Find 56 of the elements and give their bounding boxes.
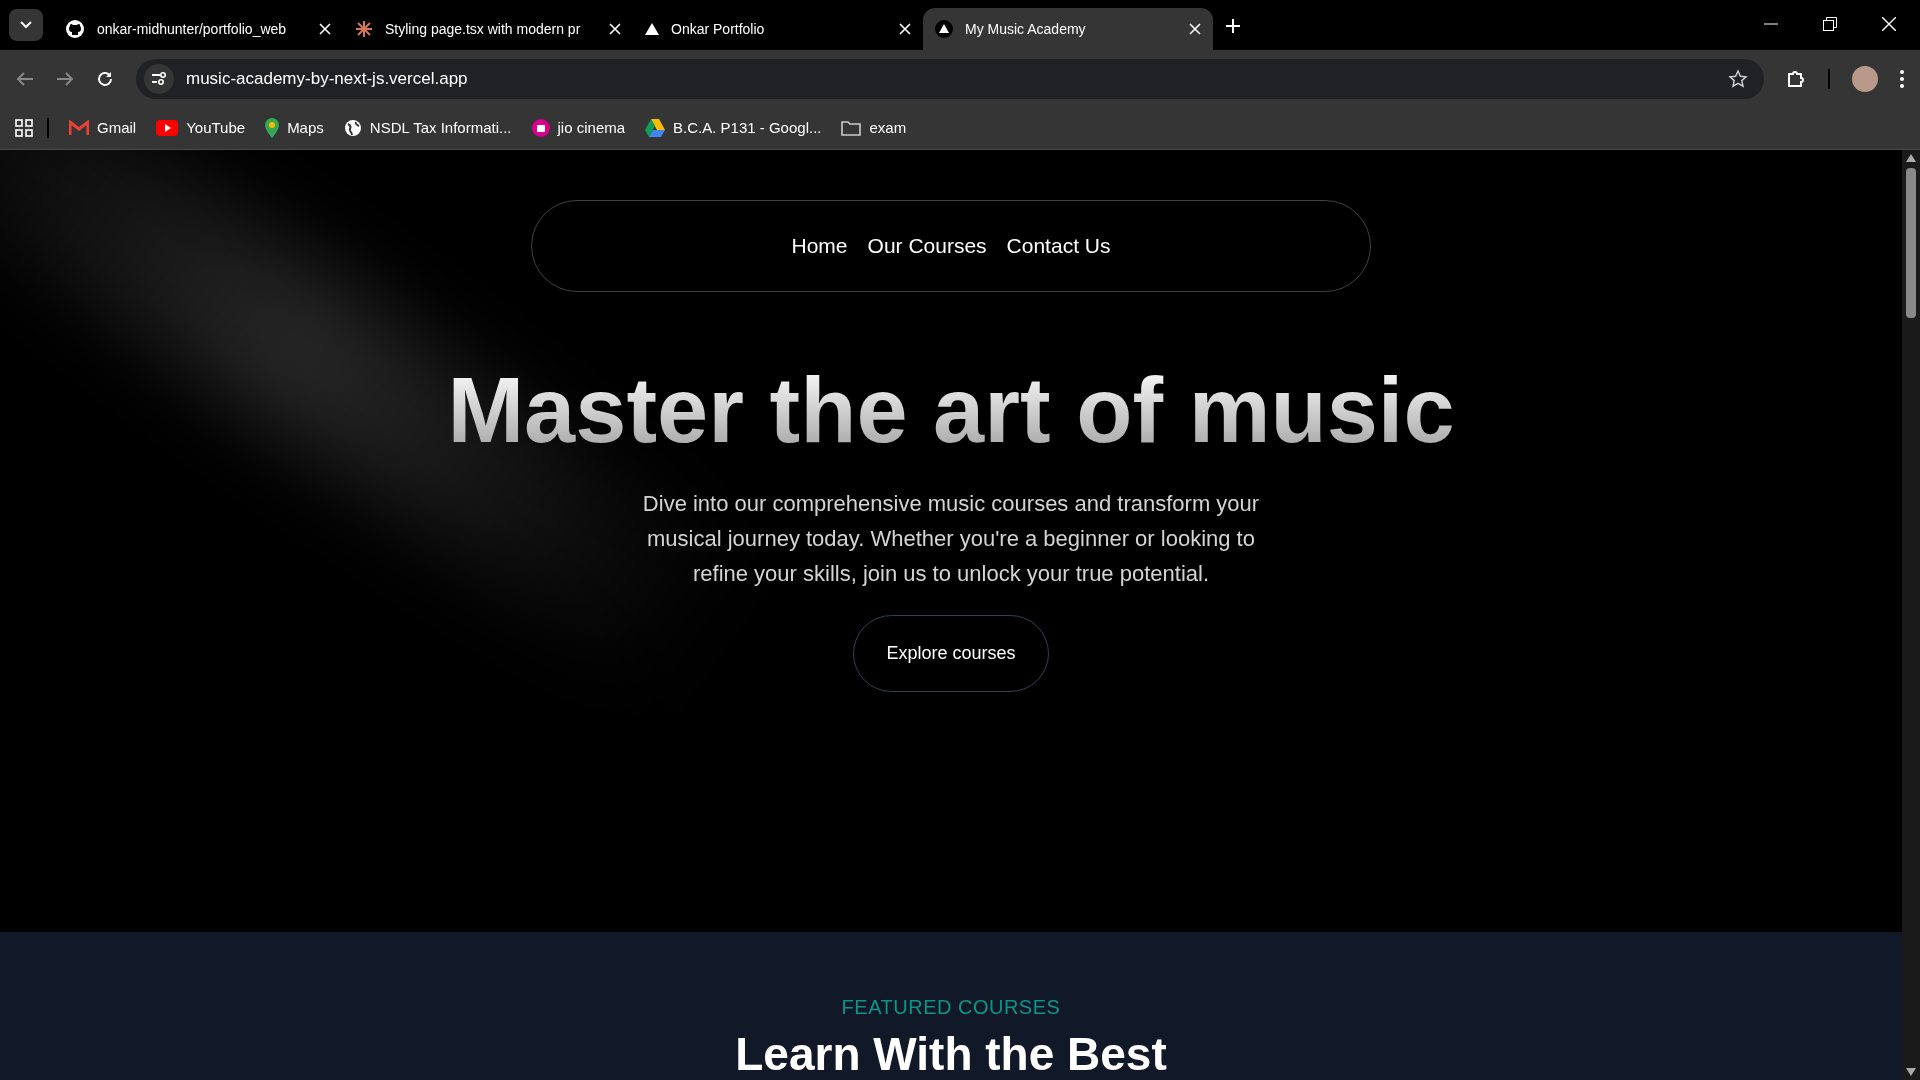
close-icon[interactable] <box>899 23 911 35</box>
github-icon <box>65 19 85 39</box>
explore-courses-button[interactable]: Explore courses <box>853 615 1049 692</box>
avatar-icon[interactable] <box>1852 65 1878 92</box>
back-arrow-icon[interactable] <box>16 70 34 87</box>
puzzle-icon[interactable] <box>1786 68 1806 89</box>
site-settings-icon[interactable] <box>144 63 174 94</box>
section-eyebrow: FEATURED COURSES <box>841 995 1061 1020</box>
nav-link[interactable]: Our Courses <box>867 230 987 262</box>
bookmark-link[interactable]: Maps <box>265 116 324 140</box>
address-bar[interactable]: music-academy-by-next-js.vercel.app <box>136 58 1764 99</box>
restore-icon[interactable] <box>1823 17 1837 31</box>
browser-tab[interactable]: My Music Academy <box>923 8 1213 50</box>
forward-arrow-icon[interactable] <box>56 70 74 87</box>
star-icon[interactable] <box>1728 68 1748 89</box>
close-icon[interactable] <box>319 23 331 35</box>
bookmark-link[interactable]: YouTube <box>156 116 246 140</box>
scrollbar[interactable] <box>1902 150 1920 1080</box>
section-heading: Learn With the Best <box>735 1028 1167 1080</box>
browser-tab[interactable]: Styling page.tsx with modern pr <box>343 8 633 50</box>
nav-link[interactable]: Contact Us <box>1006 230 1111 262</box>
browser-tab[interactable]: onkar-midhunter/portfolio_web <box>53 8 343 50</box>
triangle-icon <box>645 23 659 35</box>
scroll-up-arrow-icon[interactable] <box>1906 154 1916 162</box>
apps-grid-icon[interactable] <box>15 119 33 137</box>
url-text: music-academy-by-next-js.vercel.app <box>186 67 469 90</box>
browser-tab[interactable]: Onkar Portfolio <box>633 8 923 50</box>
tab-title: Onkar Portfolio <box>671 19 766 39</box>
bookmark-link[interactable]: exam <box>841 116 907 140</box>
hero-description: Dive into our comprehensive music courses and transform your musical journey today. Whether you're a beginner or looking to refine your skills, join us to unlock your true potential. <box>641 490 1261 588</box>
scrollbar-thumb[interactable] <box>1906 168 1916 318</box>
chevron-down-icon <box>20 21 32 29</box>
globe-icon <box>343 119 362 137</box>
bookmark-link[interactable]: NSDL Tax Informati... <box>343 116 512 140</box>
nav-link[interactable]: Home <box>791 230 848 262</box>
drive-icon <box>645 119 666 137</box>
cinema-icon <box>531 119 550 137</box>
tab-title: onkar-midhunter/portfolio_web <box>97 19 288 39</box>
close-icon[interactable] <box>1189 23 1201 35</box>
bookmark-link[interactable]: Gmail <box>69 116 137 140</box>
tab-list-button[interactable] <box>9 9 43 41</box>
folder-icon <box>841 120 862 136</box>
tab-title: My Music Academy <box>965 19 1087 39</box>
more-options-icon[interactable] <box>1900 69 1904 88</box>
play-icon <box>156 120 179 136</box>
scroll-down-arrow-icon[interactable] <box>1906 1068 1916 1076</box>
map-pin-icon <box>265 118 280 138</box>
close-icon[interactable] <box>609 23 621 35</box>
bookmark-link[interactable]: jio cinema <box>531 116 626 140</box>
sunburst-icon <box>355 20 373 38</box>
mail-icon <box>69 120 89 136</box>
reload-icon[interactable] <box>96 69 114 88</box>
close-icon[interactable] <box>1882 17 1896 31</box>
plus-icon[interactable] <box>1225 18 1241 34</box>
tab-title: Styling page.tsx with modern pr <box>385 19 582 39</box>
bookmark-link[interactable]: B.C.A. P131 - Googl... <box>645 116 822 140</box>
